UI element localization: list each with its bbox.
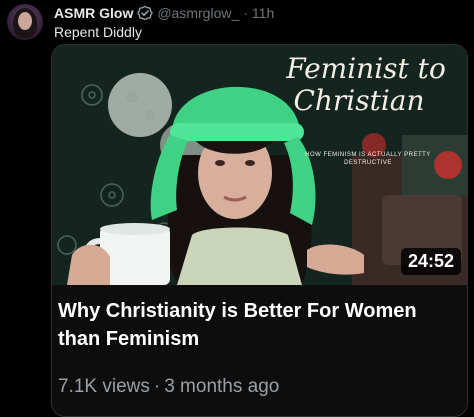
thumbnail-subtitle-overlay: HOW FEMINISM IS ACTUALLY PRETTY DESTRUCT… — [305, 152, 431, 166]
video-thumbnail[interactable]: Feminist to Christian HOW FEMINISM IS AC… — [52, 45, 467, 285]
post-header: ASMR Glow @asmrglow_ · 11h — [54, 4, 274, 22]
video-duration-badge: 24:52 — [400, 248, 461, 275]
author-handle[interactable]: @asmrglow_ — [157, 4, 239, 22]
avatar-face — [18, 12, 32, 30]
video-views: 7.1K views — [58, 376, 150, 397]
video-card[interactable]: Feminist to Christian HOW FEMINISM IS AC… — [51, 44, 468, 417]
thumbnail-title-line1: Feminist to — [286, 52, 446, 85]
video-title[interactable]: Why Christianity is Better For Women tha… — [58, 297, 458, 353]
thumbnail-title-overlay: Feminist to Christian — [268, 53, 464, 117]
header-separator: · — [243, 5, 248, 21]
avatar[interactable] — [7, 4, 43, 40]
verified-badge-icon — [137, 5, 154, 21]
post-text: Repent Diddly — [54, 24, 142, 40]
author-name[interactable]: ASMR Glow — [54, 4, 133, 22]
video-age: 3 months ago — [164, 376, 280, 397]
video-meta-separator: · — [153, 376, 161, 397]
post-time[interactable]: 11h — [252, 4, 274, 22]
thumbnail-title-line2: Christian — [293, 84, 425, 117]
video-meta: 7.1K views · 3 months ago — [58, 375, 279, 399]
